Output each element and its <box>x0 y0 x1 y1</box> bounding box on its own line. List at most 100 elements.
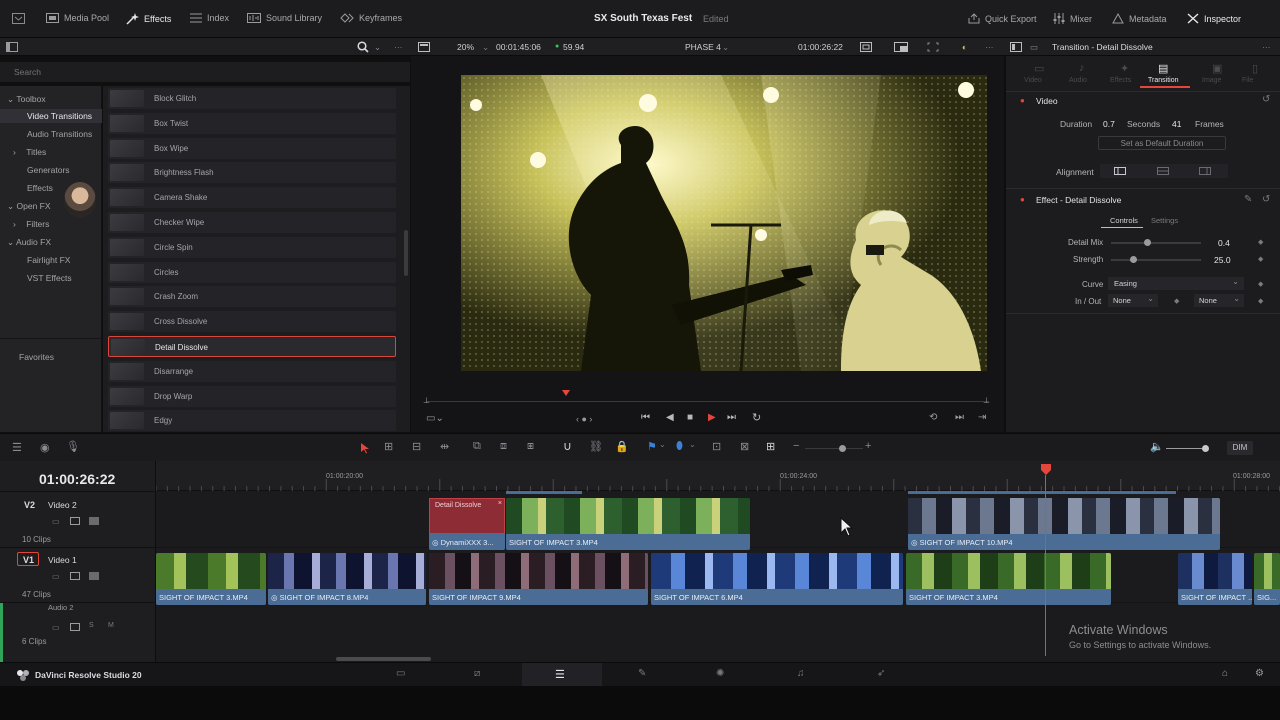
loop-icon[interactable]: ↻ <box>752 411 761 424</box>
timeline-name[interactable]: PHASE 4 <box>685 42 721 52</box>
effect-item[interactable]: Circles <box>108 261 396 283</box>
effects-list-scrollbar[interactable] <box>404 230 408 276</box>
panel-toggle-icon[interactable] <box>6 42 18 52</box>
effect-item[interactable]: Drop Warp <box>108 385 396 407</box>
auto-track-select-icon[interactable] <box>70 623 80 631</box>
detail-mix-value[interactable]: 0.4 <box>1218 238 1230 248</box>
mixer-button[interactable]: Mixer <box>1053 13 1092 24</box>
selection-tool-icon[interactable] <box>360 442 370 454</box>
viewer-frame[interactable] <box>461 75 987 371</box>
index-button[interactable]: Index <box>190 13 229 23</box>
reset-icon[interactable]: ↺ <box>1262 94 1270 105</box>
search-icon[interactable] <box>357 41 369 53</box>
insert-clip-icon[interactable]: ⧉ <box>473 440 481 453</box>
volume-slider[interactable] <box>1166 448 1206 449</box>
clip-v1-2[interactable]: ◎ SIGHT OF IMPACT 8.MP4 <box>268 553 426 605</box>
viewer-playhead-marker[interactable] <box>562 390 570 398</box>
position-lock-icon[interactable]: 🔒 <box>615 440 629 453</box>
timeline-dropdown-icon[interactable]: ⌄ <box>722 42 729 53</box>
set-default-duration-button[interactable]: Set as Default Duration <box>1098 136 1226 150</box>
detail-mix-slider[interactable] <box>1111 239 1201 246</box>
jog-control-icon[interactable]: ‹ ● › <box>576 414 592 424</box>
curve-keyframe-icon[interactable]: ◆ <box>1258 280 1263 288</box>
effect-item[interactable]: Circle Spin <box>108 236 396 258</box>
snapping-icon[interactable]: ∪ <box>563 439 572 453</box>
clip-sight-of-impact-3[interactable]: SIGHT OF IMPACT 3.MP4 <box>506 498 750 550</box>
inspector-tab-video[interactable]: Video <box>1024 77 1042 84</box>
effect-item[interactable]: Brightness Flash <box>108 162 396 184</box>
align-end-icon[interactable] <box>1199 167 1211 175</box>
in-out-keyframe-icon[interactable]: ◆ <box>1258 297 1263 305</box>
sidebar-item-vst-effects[interactable]: VST Effects <box>27 273 72 283</box>
sidebar-item-open-fx[interactable]: ⌄ Open FX <box>7 201 51 212</box>
detail-mix-keyframe-icon[interactable]: ◆ <box>1258 238 1263 246</box>
stop-icon[interactable]: ■ <box>687 412 693 423</box>
cut-page-icon[interactable]: ⧄ <box>474 668 480 679</box>
track-name-audio-2[interactable]: Audio 2 <box>48 603 73 612</box>
lock-track-icon[interactable]: ▭ <box>52 517 60 526</box>
ease-out-dropdown[interactable]: None ⌄ <box>1194 294 1244 307</box>
viewer-more-icon[interactable]: ··· <box>985 42 994 52</box>
clip-v1-1[interactable]: SIGHT OF IMPACT 3.MP4 <box>156 553 266 605</box>
play-reverse-icon[interactable]: ◀ <box>666 412 674 423</box>
quick-export-button[interactable]: Quick Export <box>968 13 1037 24</box>
fairlight-page-icon[interactable]: ♫ <box>797 668 805 679</box>
effects-search-input[interactable] <box>8 64 398 80</box>
video-enable-dot-icon[interactable]: ● <box>1020 96 1025 105</box>
timeline-ruler[interactable]: 01:00:20:00 01:00:24:00 01:00:28:00 <box>155 461 1280 491</box>
keyframes-button[interactable]: Keyframes <box>340 13 402 23</box>
viewer-mode-dropdown-icon[interactable]: ▭⌄ <box>426 413 444 424</box>
zoom-dropdown-icon[interactable]: ⌄ <box>482 42 489 53</box>
search-dropdown-icon[interactable]: ⌄ <box>374 42 381 53</box>
alignment-selector[interactable] <box>1100 164 1228 178</box>
zoom-full-icon[interactable]: ⊡ <box>712 440 721 453</box>
sidebar-item-audio-transitions[interactable]: Audio Transitions <box>27 129 92 139</box>
clip-v1-3[interactable]: SIGHT OF IMPACT 9.MP4 <box>429 553 648 605</box>
settings-gear-icon[interactable]: ⚙ <box>1255 668 1264 679</box>
effect-item[interactable]: Checker Wipe <box>108 212 396 233</box>
effect-item[interactable]: Box Wipe <box>108 137 396 159</box>
timeline-tracks-area[interactable]: 01:00:20:00 01:00:24:00 01:00:28:00 ◎ Dy… <box>155 461 1280 662</box>
ease-in-dropdown[interactable]: None ⌄ <box>1108 294 1158 307</box>
zoom-detail-icon[interactable]: ⊠ <box>740 440 749 453</box>
audio-waveform-view-icon[interactable]: ◉ <box>40 441 50 454</box>
timeline-view-options-icon[interactable]: ☰ <box>12 441 22 454</box>
inspector-toggle-icon[interactable]: ▭ <box>1030 42 1038 53</box>
out-point-icon[interactable]: ⊥ <box>983 396 990 405</box>
duration-seconds-field[interactable]: 0.7 <box>1103 119 1115 129</box>
clip-v1-5[interactable]: SIGHT OF IMPACT 3.MP4 <box>906 553 1111 605</box>
solo-button[interactable]: S <box>89 622 94 629</box>
sidebar-item-fairlight-fx[interactable]: Fairlight FX <box>27 255 70 265</box>
lock-track-icon[interactable]: ▭ <box>52 572 60 581</box>
auto-track-select-icon[interactable] <box>70 517 80 525</box>
effect-item[interactable]: Box Twist <box>108 112 396 134</box>
track-name-video-1[interactable]: Video 1 <box>48 555 77 565</box>
sidebar-item-effects[interactable]: Effects <box>27 183 53 193</box>
sound-library-button[interactable]: Sound Library <box>247 13 322 23</box>
transition-detail-dissolve[interactable]: Detail Dissolve × <box>429 498 505 534</box>
overwrite-clip-icon[interactable]: ⧈ <box>500 440 507 453</box>
speaker-mute-icon[interactable]: 🔈 <box>1150 440 1164 453</box>
inspector-more-icon[interactable]: ··· <box>1262 42 1271 52</box>
go-to-end-icon[interactable]: ⏭ <box>727 412 736 423</box>
effect-item[interactable]: Cross Dissolve <box>108 311 396 333</box>
inspector-tab-transition[interactable]: Transition <box>1148 77 1178 84</box>
transform-icon[interactable] <box>927 42 939 52</box>
flag-icon[interactable]: ⚑ <box>647 440 657 453</box>
blade-tool-icon[interactable]: ⇹ <box>440 440 449 453</box>
sidebar-item-filters[interactable]: › Filters <box>13 219 49 229</box>
strength-slider-handle[interactable] <box>1130 256 1137 263</box>
timeline-playhead-head[interactable] <box>1040 464 1052 476</box>
viewer-zoom[interactable]: 20% <box>457 42 474 52</box>
deliver-page-icon[interactable]: ➶ <box>877 668 885 679</box>
in-point-icon[interactable]: ⊥ <box>423 396 430 405</box>
align-center-icon[interactable] <box>1157 167 1169 175</box>
track-name-video-2[interactable]: Video 2 <box>48 500 77 510</box>
effect-edit-icon[interactable]: ✎ <box>1244 194 1252 205</box>
clip-sight-of-impact-10[interactable]: ◎ SIGHT OF IMPACT 10.MP4 <box>908 498 1220 550</box>
controls-subtab[interactable]: Controls <box>1110 216 1138 225</box>
clip-v1-7[interactable]: SIG... <box>1254 553 1280 605</box>
settings-subtab[interactable]: Settings <box>1151 216 1178 225</box>
sidebar-favorites[interactable]: Favorites <box>19 352 54 362</box>
inspector-tab-image[interactable]: Image <box>1202 77 1221 84</box>
